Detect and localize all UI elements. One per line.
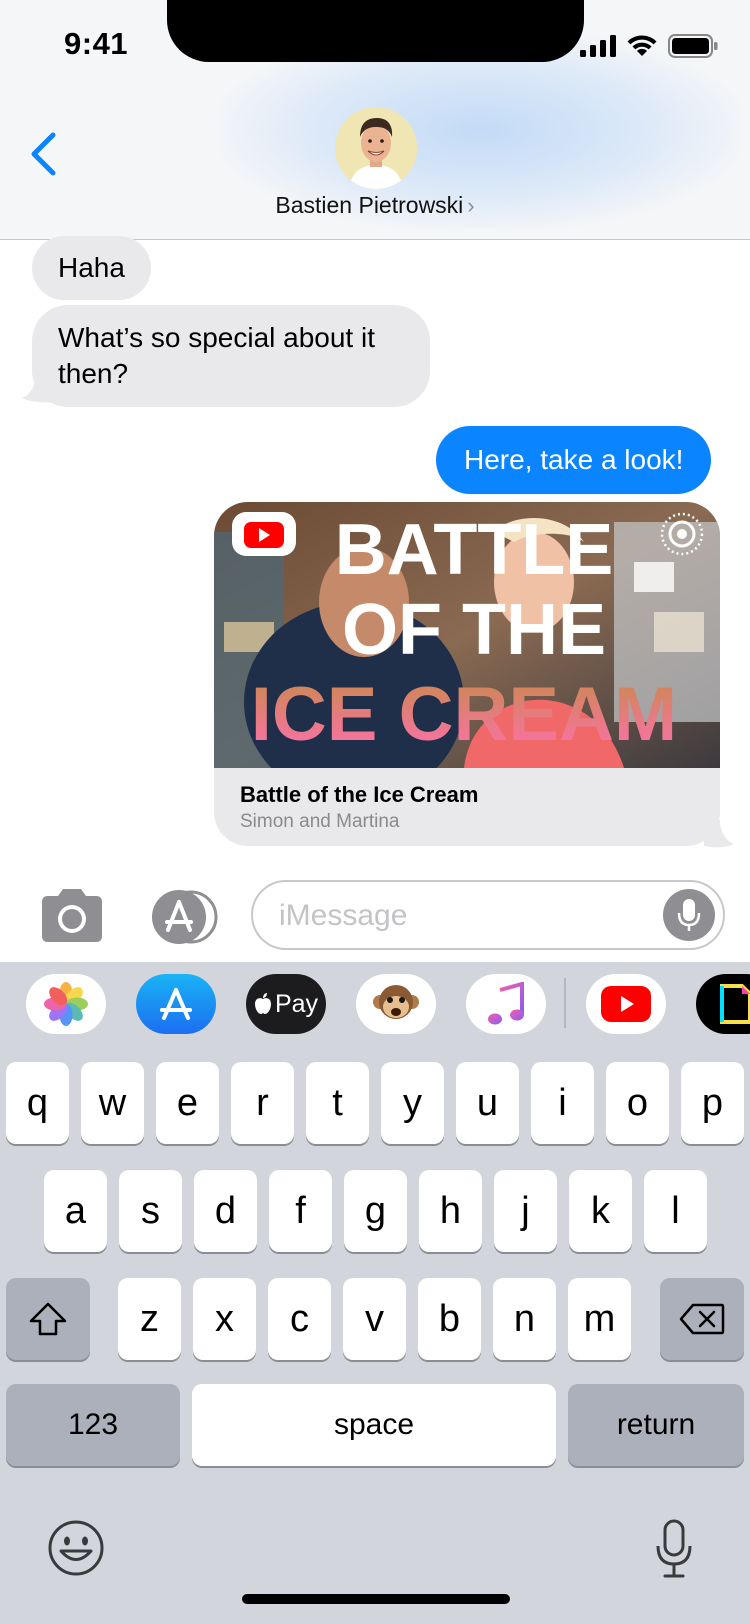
shift-key[interactable] (6, 1278, 90, 1360)
keyboard: q w e r t y u i o p a s d f g h j k l z … (0, 1048, 750, 1624)
microphone-icon (677, 899, 701, 931)
message-input-placeholder: iMessage (279, 899, 408, 932)
bubble-tail (22, 372, 52, 403)
status-icons (580, 34, 718, 58)
thumbnail-text-line: ICE CREAM (251, 672, 677, 757)
chevron-left-icon (31, 132, 56, 176)
key-i[interactable]: i (531, 1062, 594, 1144)
return-key[interactable]: return (568, 1384, 744, 1466)
key-q[interactable]: q (6, 1062, 69, 1144)
status-bar: 9:41 (0, 0, 750, 92)
device-notch (167, 0, 584, 62)
youtube-icon (232, 512, 296, 556)
composer-bar: iMessage (0, 870, 750, 962)
key-l[interactable]: l (644, 1170, 707, 1252)
outgoing-message[interactable]: Here, take a look! (436, 426, 712, 494)
bubble-tail (704, 820, 734, 848)
app-drawer-music[interactable] (466, 974, 546, 1034)
monkey-animoji-icon (373, 985, 419, 1019)
dictation-button[interactable] (654, 1518, 694, 1584)
key-t[interactable]: t (306, 1062, 369, 1144)
key-v[interactable]: v (343, 1278, 406, 1360)
contact-avatar[interactable] (335, 107, 417, 189)
contact-name-text: Bastien Pietrowski (275, 192, 464, 218)
avatar-image (335, 107, 417, 189)
battery-icon (668, 34, 718, 58)
key-x[interactable]: x (193, 1278, 256, 1360)
status-time: 9:41 (64, 26, 129, 61)
cellular-signal-icon (580, 35, 616, 57)
key-p[interactable]: p (681, 1062, 744, 1144)
audio-message-button[interactable] (663, 889, 715, 941)
thumbnail-text-line: BATTLE (335, 510, 614, 590)
key-u[interactable]: u (456, 1062, 519, 1144)
key-m[interactable]: m (568, 1278, 631, 1360)
key-s[interactable]: s (119, 1170, 182, 1252)
app-store-icon (160, 988, 192, 1020)
photos-icon (44, 982, 88, 1026)
emoji-face-icon (48, 1520, 104, 1576)
chevron-right-icon: › (467, 193, 475, 218)
app-drawer-app-store[interactable] (136, 974, 216, 1034)
camera-button[interactable] (36, 884, 108, 948)
incoming-message[interactable]: Haha (32, 236, 151, 300)
emoji-button[interactable] (46, 1518, 106, 1578)
delete-key[interactable] (660, 1278, 744, 1360)
key-d[interactable]: d (194, 1170, 257, 1252)
app-drawer-apple-pay[interactable]: Pay (246, 974, 326, 1034)
numbers-key[interactable]: 123 (6, 1384, 180, 1466)
key-w[interactable]: w (81, 1062, 144, 1144)
message-input[interactable]: iMessage (251, 880, 725, 950)
space-key[interactable]: space (192, 1384, 556, 1466)
key-y[interactable]: y (381, 1062, 444, 1144)
apps-button[interactable] (148, 890, 220, 944)
link-preview-title: Battle of the Ice Cream (240, 782, 479, 807)
key-z[interactable]: z (118, 1278, 181, 1360)
key-h[interactable]: h (419, 1170, 482, 1252)
key-r[interactable]: r (231, 1062, 294, 1144)
app-drawer-photos[interactable] (26, 974, 106, 1034)
key-e[interactable]: e (156, 1062, 219, 1144)
thumbnail-image: BATTLE OF THE ICE CREAM (214, 502, 720, 768)
key-j[interactable]: j (494, 1170, 557, 1252)
wifi-icon (627, 35, 657, 56)
microphone-icon (656, 1519, 692, 1578)
imessage-app-drawer: Pay (0, 962, 750, 1048)
app-drawer-youtube[interactable] (586, 974, 666, 1034)
apple-pay-label: Pay (274, 989, 319, 1018)
backspace-icon (679, 1303, 725, 1335)
home-indicator[interactable] (242, 1594, 510, 1604)
key-k[interactable]: k (569, 1170, 632, 1252)
key-n[interactable]: n (493, 1278, 556, 1360)
back-button[interactable] (18, 126, 68, 182)
app-drawer-separator (564, 978, 566, 1028)
key-c[interactable]: c (268, 1278, 331, 1360)
apple-logo-icon (254, 993, 271, 1014)
link-preview-subtitle: Simon and Martina (240, 811, 400, 832)
music-note-icon (488, 982, 524, 1025)
camera-icon (42, 889, 102, 942)
app-store-icon (152, 890, 218, 944)
thumbnail-text-line: OF THE (342, 590, 606, 670)
link-preview-card[interactable]: BATTLE OF THE ICE CREAM Battle of the Ic… (214, 502, 720, 846)
youtube-icon (601, 986, 651, 1022)
key-f[interactable]: f (269, 1170, 332, 1252)
key-g[interactable]: g (344, 1170, 407, 1252)
app-drawer-gif-app[interactable] (696, 974, 750, 1034)
contact-name[interactable]: Bastien Pietrowski › (0, 192, 750, 219)
app-drawer-animoji[interactable] (356, 974, 436, 1034)
incoming-message[interactable]: What’s so special about it then? (32, 305, 430, 407)
key-b[interactable]: b (418, 1278, 481, 1360)
shift-arrow-icon (29, 1302, 67, 1336)
video-thumbnail[interactable]: BATTLE OF THE ICE CREAM (214, 502, 720, 768)
key-o[interactable]: o (606, 1062, 669, 1144)
key-a[interactable]: a (44, 1170, 107, 1252)
gif-app-icon (720, 984, 750, 1024)
